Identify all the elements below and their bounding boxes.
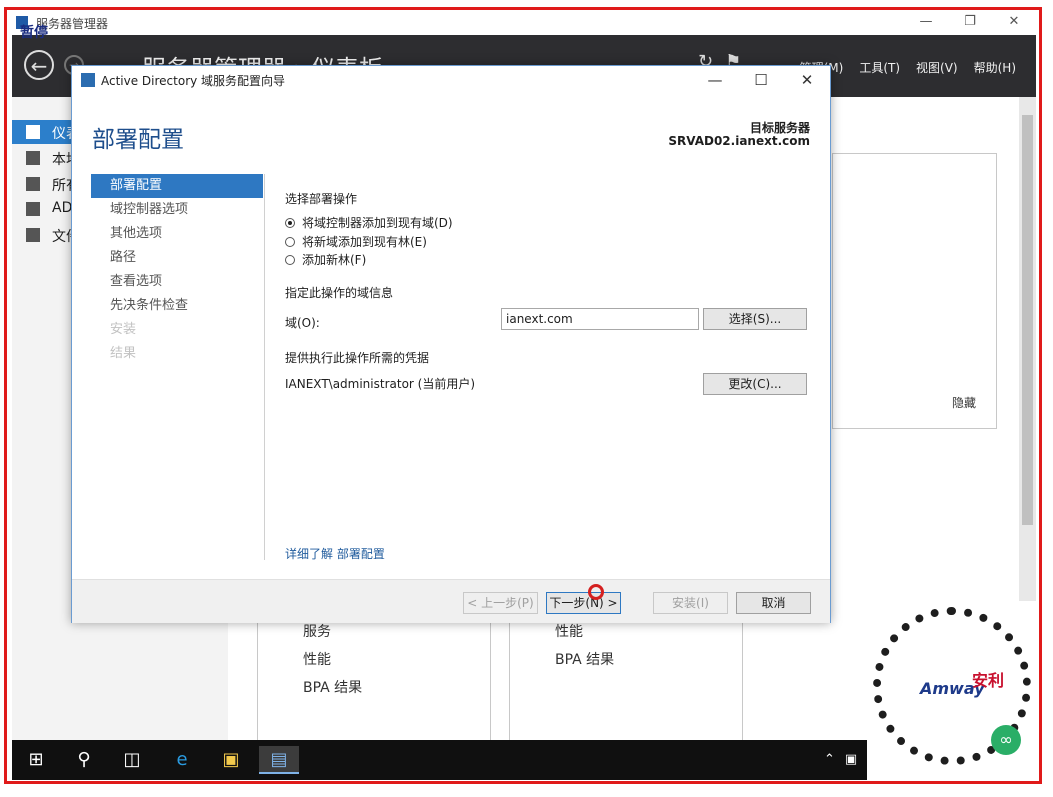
restore-button[interactable]: ❐ [948, 11, 992, 35]
scrollbar-thumb[interactable] [1022, 115, 1033, 525]
menu-bar: 管理(M) 工具(T) 视图(V) 帮助(H) [800, 59, 1016, 76]
radio-checked-icon[interactable] [285, 218, 295, 228]
credentials-value: IANEXT\administrator (当前用户) [285, 377, 476, 391]
domain-field[interactable] [501, 308, 699, 330]
radio-add-forest[interactable]: 添加新林(F) [285, 251, 366, 268]
wizard-icon [81, 73, 95, 87]
windows-icon[interactable]: ⊞ [16, 746, 56, 774]
radio-add-dc[interactable]: 将域控制器添加到现有域(D) [285, 214, 453, 231]
menu-view[interactable]: 视图(V) [916, 59, 958, 76]
hide-link[interactable]: 隐藏 [952, 394, 976, 411]
dashboard-icon [26, 125, 40, 139]
menu-help[interactable]: 帮助(H) [974, 59, 1016, 76]
server-manager-icon[interactable]: ▤ [259, 746, 299, 774]
maximize-button[interactable]: ☐ [738, 66, 784, 94]
wizard-titlebar: Active Directory 域服务配置向导 — ☐ ✕ [72, 66, 830, 94]
install-button: 安装(I) [653, 592, 728, 614]
ad-ds-wizard-dialog: Active Directory 域服务配置向导 — ☐ ✕ 部署配置 目标服务… [71, 65, 831, 623]
back-arrow-icon[interactable]: ← [24, 50, 54, 80]
search-icon[interactable]: ⚲ [64, 746, 104, 774]
target-server-value: SRVAD02.ianext.com [668, 134, 810, 148]
nav-item-prereq[interactable]: 先决条件检查 [91, 294, 263, 318]
previous-button: < 上一步(P) [463, 592, 538, 614]
minimize-button[interactable]: — [904, 11, 948, 35]
next-button[interactable]: 下一步(N) > [546, 592, 621, 614]
qr-code-overlay: Amway 安利 ∞ [867, 601, 1037, 781]
radio-label: 将域控制器添加到现有域(D) [302, 216, 453, 230]
close-button[interactable]: ✕ [784, 66, 830, 94]
brand-logo-cn: 安利 [972, 671, 1005, 690]
welcome-panel [832, 153, 997, 429]
nav-item-paths[interactable]: 路径 [91, 246, 263, 270]
wizard-title: Active Directory 域服务配置向导 [101, 74, 286, 88]
explorer-icon[interactable]: ▣ [211, 746, 251, 774]
paused-label: 暂停 [20, 25, 48, 41]
wizard-window-controls: — ☐ ✕ [692, 66, 830, 94]
ad-icon [26, 202, 40, 216]
deployment-section-label: 选择部署操作 [285, 192, 358, 206]
domain-section-label: 指定此操作的域信息 [285, 286, 394, 300]
role-tile-right[interactable]: 性能 BPA 结果 [509, 618, 743, 740]
radio-unchecked-icon[interactable] [285, 255, 295, 265]
servers-icon [26, 177, 40, 191]
mini-program-icon: ∞ [991, 725, 1021, 755]
radio-add-domain[interactable]: 将新域添加到现有林(E) [285, 233, 427, 250]
minimize-button[interactable]: — [692, 66, 738, 94]
menu-tools[interactable]: 工具(T) [859, 59, 900, 76]
credentials-section-label: 提供执行此操作所需的凭据 [285, 351, 430, 365]
nav-item-review[interactable]: 查看选项 [91, 270, 263, 294]
wizard-nav: 部署配置 域控制器选项 其他选项 路径 查看选项 先决条件检查 安装 结果 [91, 174, 263, 366]
domain-field-label: 域(O): [285, 316, 320, 330]
server-manager-window-controls: — ❐ ✕ [904, 11, 1036, 35]
learn-more-link[interactable]: 详细了解 部署配置 [285, 545, 385, 562]
tile-item-bpa[interactable]: BPA 结果 [303, 677, 362, 697]
page-title: 部署配置 [92, 127, 184, 153]
server-icon [26, 151, 40, 165]
radio-label: 将新域添加到现有林(E) [302, 235, 427, 249]
role-tile-left[interactable]: 服务 性能 BPA 结果 [257, 618, 491, 740]
tile-item-performance[interactable]: 性能 [303, 649, 331, 669]
cursor-highlight-icon [588, 584, 604, 600]
nav-item-results: 结果 [110, 346, 137, 361]
close-button[interactable]: ✕ [992, 11, 1036, 35]
nav-divider [264, 174, 265, 560]
cancel-button[interactable]: 取消 [736, 592, 811, 614]
nav-item-deployment[interactable]: 部署配置 [91, 174, 263, 198]
nav-item-dc-options[interactable]: 域控制器选项 [91, 198, 263, 222]
server-manager-titlebar: 服务器管理器 — ❐ ✕ [12, 11, 1036, 35]
wizard-footer: < 上一步(P) 下一步(N) > 安装(I) 取消 [72, 579, 830, 623]
nav-item-additional-options[interactable]: 其他选项 [91, 222, 263, 246]
chevron-up-icon[interactable]: ⌃ [824, 752, 835, 771]
network-icon[interactable]: ▣ [845, 752, 857, 771]
nav-item-install: 安装 [110, 322, 137, 337]
change-credentials-button[interactable]: 更改(C)... [703, 373, 807, 395]
tile-item-bpa[interactable]: BPA 结果 [555, 649, 614, 669]
tile-item-performance[interactable]: 性能 [555, 621, 583, 641]
folder-icon [26, 228, 40, 242]
task-view-icon[interactable]: ◫ [112, 746, 152, 774]
radio-label: 添加新林(F) [302, 253, 367, 267]
ie-icon[interactable]: e [162, 746, 202, 774]
tile-item-services[interactable]: 服务 [303, 621, 331, 641]
radio-unchecked-icon[interactable] [285, 237, 295, 247]
select-domain-button[interactable]: 选择(S)... [703, 308, 807, 330]
